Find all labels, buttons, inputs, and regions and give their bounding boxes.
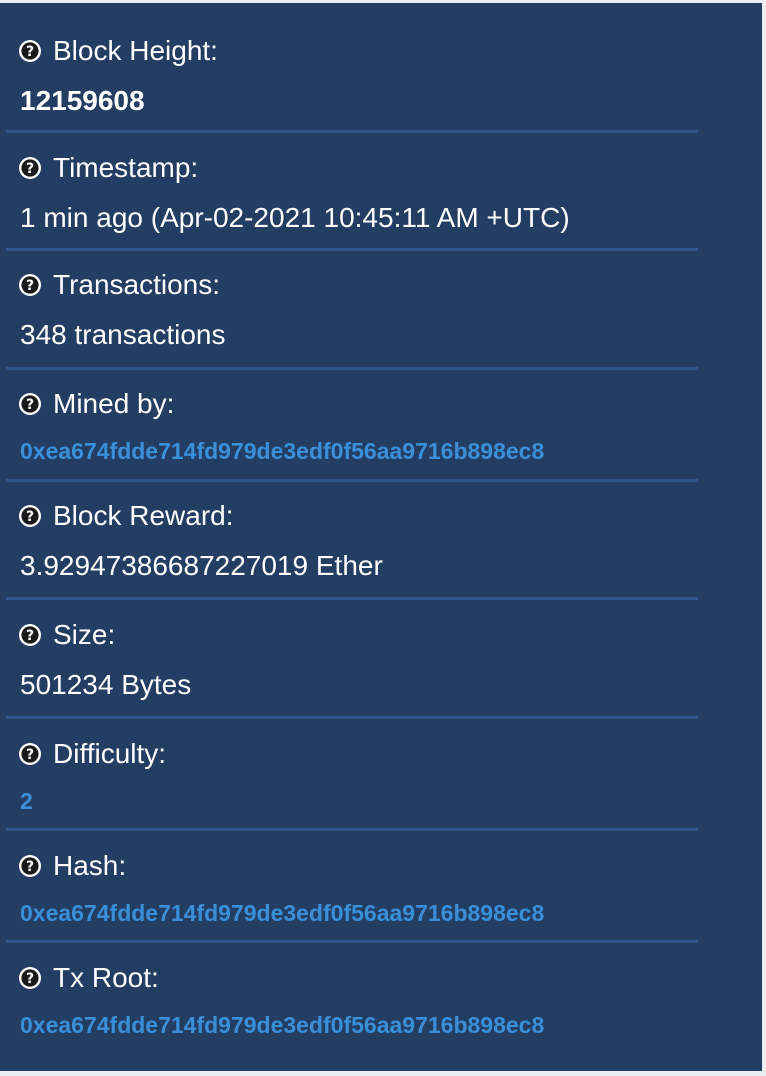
- field-block-reward: ? Block Reward: 3.92947386687227019 Ethe…: [18, 498, 710, 581]
- divider: [6, 597, 698, 600]
- field-hash: ? Hash: 0xea674fdde714fd979de3edf0f56aa9…: [18, 848, 710, 926]
- svg-text:?: ?: [26, 747, 34, 763]
- field-label: Timestamp:: [53, 152, 199, 183]
- field-value: 3.92947386687227019 Ether: [20, 550, 383, 581]
- field-tx-root: ? Tx Root: 0xea674fdde714fd979de3edf0f56…: [18, 960, 710, 1038]
- question-circle-icon[interactable]: ?: [18, 854, 42, 878]
- tx-root-link[interactable]: 0xea674fdde714fd979de3edf0f56aa9716b898e…: [20, 1012, 544, 1039]
- question-circle-icon[interactable]: ?: [18, 504, 42, 528]
- field-mined-by: ? Mined by: 0xea674fdde714fd979de3edf0f5…: [18, 386, 710, 464]
- field-block-height: ? Block Height: 12159608: [18, 33, 710, 116]
- miner-address-link[interactable]: 0xea674fdde714fd979de3edf0f56aa9716b898e…: [20, 438, 544, 465]
- field-label: Hash:: [53, 850, 127, 881]
- field-label: Block Reward:: [53, 500, 234, 531]
- field-label: Difficulty:: [53, 738, 167, 769]
- field-transactions: ? Transactions: 348 transactions: [18, 267, 710, 350]
- svg-text:?: ?: [26, 44, 34, 60]
- question-circle-icon[interactable]: ?: [18, 39, 42, 63]
- question-circle-icon[interactable]: ?: [18, 156, 42, 180]
- field-label: Tx Root:: [53, 962, 159, 993]
- block-details-panel: ? Block Height: 12159608 ? Timestamp: 1 …: [0, 3, 762, 1071]
- divider: [6, 130, 698, 133]
- divider: [6, 716, 698, 719]
- question-circle-icon[interactable]: ?: [18, 623, 42, 647]
- field-label: Mined by:: [53, 388, 175, 419]
- field-label: Block Height:: [53, 35, 218, 66]
- question-circle-icon[interactable]: ?: [18, 273, 42, 297]
- svg-text:?: ?: [26, 397, 34, 413]
- field-timestamp: ? Timestamp: 1 min ago (Apr-02-2021 10:4…: [18, 150, 710, 233]
- svg-text:?: ?: [26, 628, 34, 644]
- divider: [6, 828, 698, 831]
- field-value: 348 transactions: [20, 319, 226, 350]
- divider: [6, 940, 698, 943]
- field-difficulty: ? Difficulty: 2: [18, 736, 710, 814]
- divider: [6, 248, 698, 251]
- divider: [6, 479, 698, 482]
- difficulty-link[interactable]: 2: [20, 788, 33, 815]
- hash-link[interactable]: 0xea674fdde714fd979de3edf0f56aa9716b898e…: [20, 900, 544, 927]
- question-circle-icon[interactable]: ?: [18, 966, 42, 990]
- svg-text:?: ?: [26, 278, 34, 294]
- field-label: Size:: [53, 619, 116, 650]
- svg-text:?: ?: [26, 971, 34, 987]
- field-value: 501234 Bytes: [20, 669, 192, 700]
- field-value: 1 min ago (Apr-02-2021 10:45:11 AM +UTC): [20, 202, 570, 233]
- question-circle-icon[interactable]: ?: [18, 742, 42, 766]
- question-circle-icon[interactable]: ?: [18, 392, 42, 416]
- field-value: 12159608: [20, 85, 145, 116]
- field-label: Transactions:: [53, 269, 221, 300]
- svg-text:?: ?: [26, 509, 34, 525]
- svg-text:?: ?: [26, 161, 34, 177]
- divider: [6, 367, 698, 370]
- svg-text:?: ?: [26, 859, 34, 875]
- field-size: ? Size: 501234 Bytes: [18, 617, 710, 700]
